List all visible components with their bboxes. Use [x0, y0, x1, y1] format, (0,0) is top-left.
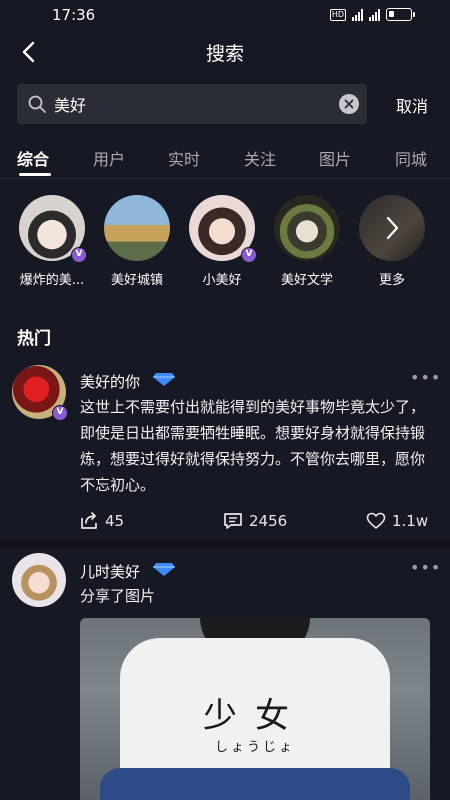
photo-caption: 少女 — [203, 696, 307, 736]
user-name: 爆炸的美... — [19, 273, 85, 288]
user-name: 小美好 — [202, 273, 242, 288]
heart-icon — [366, 512, 386, 529]
post-author[interactable]: 儿时美好 — [80, 561, 140, 582]
user-item[interactable]: 美好城镇 — [96, 195, 178, 288]
share-icon — [81, 512, 97, 529]
post-text: 分享了图片 — [80, 587, 156, 605]
chevron-right-icon — [386, 216, 399, 240]
more-users-button[interactable]: 更多 — [351, 195, 433, 288]
post-author[interactable]: 美好的你 — [80, 371, 140, 392]
signal-icon — [352, 8, 363, 21]
tab-bar: 综合 用户 实时 关注 图片 同城 — [0, 143, 450, 179]
search-box[interactable] — [17, 84, 367, 124]
tab-users[interactable]: 用户 — [93, 146, 125, 170]
clear-icon[interactable] — [339, 94, 359, 114]
photo-jeans — [100, 768, 410, 800]
signal-5g-icon — [369, 8, 380, 21]
post-image[interactable]: 少女 しょうじょ — [80, 618, 430, 800]
comment-count: 2456 — [249, 512, 288, 530]
status-time: 17:36 — [52, 6, 96, 24]
cancel-button[interactable]: 取消 — [396, 93, 428, 117]
vip-icon — [152, 371, 176, 389]
battery-icon — [386, 8, 415, 21]
like-count: 1.1w — [392, 512, 429, 530]
avatar — [274, 195, 340, 261]
user-strip: V 爆炸的美... 美好城镇 V 小美好 美好文学 更多 — [0, 195, 450, 295]
avatar[interactable]: V — [12, 365, 68, 421]
photo-subcaption: しょうじょ — [214, 740, 295, 755]
verified-icon: V — [71, 247, 87, 263]
comment-icon — [224, 513, 242, 529]
avatar: V — [189, 195, 257, 263]
user-item[interactable]: V 小美好 — [181, 195, 263, 288]
user-item[interactable]: 美好文学 — [266, 195, 348, 288]
tab-following[interactable]: 关注 — [244, 146, 276, 170]
tab-local[interactable]: 同城 — [395, 146, 427, 170]
avatar: V — [19, 195, 87, 263]
comment-button[interactable]: 2456 — [223, 511, 287, 531]
vip-icon — [152, 561, 176, 579]
user-name: 美好文学 — [280, 273, 333, 288]
search-input[interactable] — [54, 84, 334, 124]
post-actions: 45 2456 1.1w — [0, 511, 450, 541]
search-icon — [28, 95, 46, 113]
diamond-icon — [153, 373, 175, 386]
divider — [0, 541, 450, 547]
share-button[interactable]: 45 — [79, 511, 124, 531]
active-tab-indicator — [19, 173, 51, 176]
status-bar: 17:36 HD — [0, 0, 450, 30]
more-icon[interactable]: ••• — [410, 558, 441, 577]
status-icons: HD — [329, 8, 415, 21]
page-title: 搜索 — [205, 43, 244, 65]
avatar — [359, 195, 425, 261]
avatar[interactable] — [12, 553, 66, 607]
more-icon[interactable]: ••• — [410, 368, 441, 387]
section-title: 热门 — [17, 329, 51, 349]
tab-images[interactable]: 图片 — [319, 146, 351, 170]
tab-realtime[interactable]: 实时 — [168, 146, 200, 170]
user-name: 美好城镇 — [110, 273, 163, 288]
verified-icon: V — [241, 247, 257, 263]
share-count: 45 — [105, 512, 125, 530]
like-button[interactable]: 1.1w — [366, 511, 428, 531]
user-item[interactable]: V 爆炸的美... — [11, 195, 93, 288]
hd-icon: HD — [329, 8, 346, 21]
user-name: 更多 — [378, 273, 405, 288]
avatar — [104, 195, 170, 261]
verified-icon: V — [52, 405, 68, 421]
header: 搜索 — [0, 30, 450, 74]
post-text: 这世上不需要付出就能得到的美好事物毕竟太少了，即使是日出都需要牺牲睡眠。想要好身… — [80, 398, 426, 494]
diamond-icon — [153, 563, 175, 576]
tab-comprehensive[interactable]: 综合 — [17, 146, 49, 170]
